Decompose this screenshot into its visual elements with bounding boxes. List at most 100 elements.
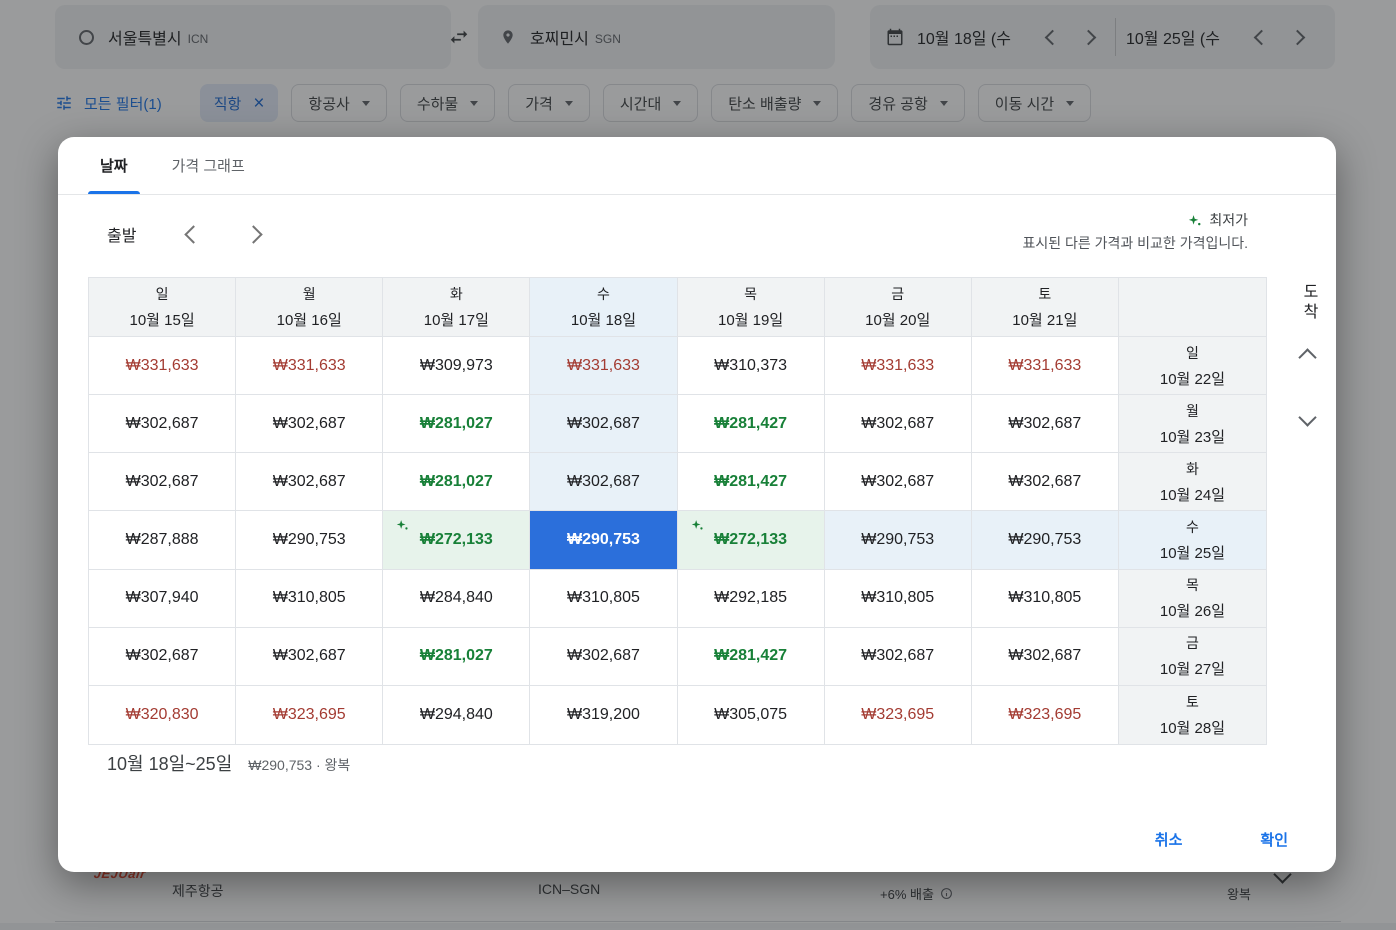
price-cell[interactable]: ₩281,027 xyxy=(383,395,530,453)
price-value: ₩302,687 xyxy=(273,473,346,491)
price-value: ₩302,687 xyxy=(861,647,934,665)
price-cell[interactable]: ₩331,633 xyxy=(972,337,1119,395)
price-cell[interactable]: ₩302,687 xyxy=(530,453,677,511)
price-cell[interactable]: ₩302,687 xyxy=(236,628,383,686)
price-cell[interactable]: ₩302,687 xyxy=(530,628,677,686)
price-cell[interactable]: ₩310,805 xyxy=(825,570,972,628)
row-header: 월10월 23일 xyxy=(1119,395,1266,453)
price-cell[interactable]: ₩331,633 xyxy=(236,337,383,395)
price-value: ₩323,695 xyxy=(861,706,934,724)
column-header: 수10월 18일 xyxy=(530,278,677,337)
price-cell[interactable]: ₩292,185 xyxy=(678,570,825,628)
price-cell[interactable]: ₩290,753 xyxy=(530,511,677,569)
price-value: ₩302,687 xyxy=(567,415,640,433)
price-value: ₩290,753 xyxy=(1008,531,1081,549)
price-cell[interactable]: ₩302,687 xyxy=(972,395,1119,453)
row-header: 목10월 26일 xyxy=(1119,570,1266,628)
price-cell[interactable]: ₩281,427 xyxy=(678,628,825,686)
price-value: ₩302,687 xyxy=(861,415,934,433)
price-value: ₩281,427 xyxy=(714,473,787,491)
price-cell[interactable]: ₩302,687 xyxy=(236,453,383,511)
price-value: ₩302,687 xyxy=(1008,473,1081,491)
price-cell[interactable]: ₩302,687 xyxy=(89,628,236,686)
price-value: ₩281,027 xyxy=(420,473,493,491)
price-cell[interactable]: ₩290,753 xyxy=(825,511,972,569)
column-header: 월10월 16일 xyxy=(236,278,383,337)
price-value: ₩310,805 xyxy=(861,589,934,607)
price-cell[interactable]: ₩272,133 xyxy=(383,511,530,569)
price-cell[interactable]: ₩302,687 xyxy=(530,395,677,453)
price-value: ₩309,973 xyxy=(420,357,493,375)
price-value: ₩302,687 xyxy=(567,647,640,665)
price-value: ₩331,633 xyxy=(126,357,199,375)
price-value: ₩302,687 xyxy=(273,415,346,433)
price-cell[interactable]: ₩310,805 xyxy=(972,570,1119,628)
price-value: ₩290,753 xyxy=(567,531,640,549)
price-cell[interactable]: ₩281,027 xyxy=(383,453,530,511)
confirm-button[interactable]: 확인 xyxy=(1234,821,1314,858)
scroll-down-button[interactable] xyxy=(1294,404,1320,430)
price-value: ₩302,687 xyxy=(1008,415,1081,433)
tab-dates[interactable]: 날짜 xyxy=(78,137,150,194)
price-value: ₩310,805 xyxy=(273,589,346,607)
column-header: 화10월 17일 xyxy=(383,278,530,337)
dialog-actions: 취소 확인 xyxy=(1129,821,1314,858)
column-header: 목10월 19일 xyxy=(678,278,825,337)
price-cell[interactable]: ₩310,373 xyxy=(678,337,825,395)
price-cell[interactable]: ₩310,805 xyxy=(530,570,677,628)
legend-title: 최저가 xyxy=(1209,209,1248,232)
price-cell[interactable]: ₩302,687 xyxy=(89,453,236,511)
tab-price-graph[interactable]: 가격 그래프 xyxy=(150,137,267,194)
price-cell[interactable]: ₩272,133 xyxy=(678,511,825,569)
lowest-price-sparkle-icon xyxy=(691,519,704,532)
price-cell[interactable]: ₩331,633 xyxy=(825,337,972,395)
price-cell[interactable]: ₩302,687 xyxy=(825,395,972,453)
prev-week-button[interactable] xyxy=(180,221,206,247)
price-cell[interactable]: ₩302,687 xyxy=(825,628,972,686)
price-value: ₩302,687 xyxy=(861,473,934,491)
price-cell[interactable]: ₩290,753 xyxy=(236,511,383,569)
price-value: ₩290,753 xyxy=(273,531,346,549)
price-cell[interactable]: ₩281,427 xyxy=(678,395,825,453)
price-value: ₩281,027 xyxy=(420,415,493,433)
price-cell[interactable]: ₩302,687 xyxy=(89,395,236,453)
price-cell[interactable]: ₩302,687 xyxy=(972,453,1119,511)
next-week-button[interactable] xyxy=(240,221,266,247)
price-value: ₩302,687 xyxy=(273,647,346,665)
price-cell[interactable]: ₩302,687 xyxy=(972,628,1119,686)
price-value: ₩310,373 xyxy=(714,357,787,375)
price-cell[interactable]: ₩302,687 xyxy=(825,453,972,511)
price-cell[interactable]: ₩281,427 xyxy=(678,453,825,511)
tab-label: 날짜 xyxy=(100,155,128,176)
price-value: ₩331,633 xyxy=(861,357,934,375)
price-cell[interactable]: ₩331,633 xyxy=(89,337,236,395)
dialog-tabs: 날짜 가격 그래프 xyxy=(58,137,1336,195)
price-cell[interactable]: ₩309,973 xyxy=(383,337,530,395)
price-cell[interactable]: ₩323,695 xyxy=(236,686,383,744)
tab-label: 가격 그래프 xyxy=(172,155,245,176)
price-cell[interactable]: ₩319,200 xyxy=(530,686,677,744)
price-cell[interactable]: ₩284,840 xyxy=(383,570,530,628)
price-cell[interactable]: ₩290,753 xyxy=(972,511,1119,569)
price-cell[interactable]: ₩294,840 xyxy=(383,686,530,744)
price-cell[interactable]: ₩331,633 xyxy=(530,337,677,395)
price-cell[interactable]: ₩320,830 xyxy=(89,686,236,744)
chevron-up-icon xyxy=(1298,348,1316,366)
price-cell[interactable]: ₩307,940 xyxy=(89,570,236,628)
price-value: ₩305,075 xyxy=(714,706,787,724)
price-cell[interactable]: ₩287,888 xyxy=(89,511,236,569)
price-cell[interactable]: ₩281,027 xyxy=(383,628,530,686)
price-cell[interactable]: ₩310,805 xyxy=(236,570,383,628)
price-cell[interactable]: ₩305,075 xyxy=(678,686,825,744)
price-value: ₩290,753 xyxy=(861,531,934,549)
scroll-up-button[interactable] xyxy=(1294,344,1320,370)
departure-label: 출발 xyxy=(107,222,136,246)
price-cell[interactable]: ₩302,687 xyxy=(236,395,383,453)
chevron-right-icon xyxy=(244,225,262,243)
row-header: 일10월 22일 xyxy=(1119,337,1266,395)
price-cell[interactable]: ₩323,695 xyxy=(972,686,1119,744)
cancel-button[interactable]: 취소 xyxy=(1129,821,1209,858)
price-cell[interactable]: ₩323,695 xyxy=(825,686,972,744)
price-value: ₩292,185 xyxy=(714,589,787,607)
price-value: ₩281,427 xyxy=(714,415,787,433)
